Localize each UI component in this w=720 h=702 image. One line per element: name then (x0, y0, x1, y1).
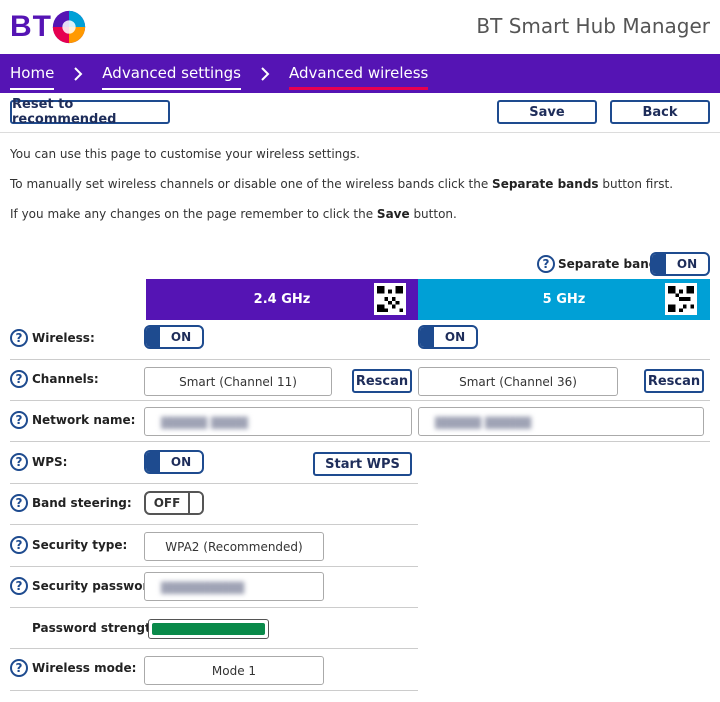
toggle-knob (188, 493, 202, 513)
app-title: BT Smart Hub Manager (476, 14, 710, 38)
logo-text: BT (10, 10, 52, 43)
toggle-state: ON (170, 330, 192, 344)
toggle-knob (652, 254, 666, 274)
row-divider (10, 359, 710, 360)
redacted-password: ▇▇▇▇▇▇▇▇▇ (161, 579, 245, 594)
header: BT BT Smart Hub Manager (0, 0, 720, 54)
chevron-right-icon (68, 54, 88, 93)
security-password-input[interactable]: ▇▇▇▇▇▇▇▇▇ (144, 572, 324, 601)
qr-code-icon[interactable] (374, 283, 406, 315)
help-icon[interactable]: ? (10, 453, 28, 471)
toggle-state: ON (170, 455, 192, 469)
redacted-network-name: ▇▇▇▇▇ ▇▇▇▇ (161, 414, 248, 429)
intro-line-3-suffix: button. (409, 207, 457, 221)
band-header-5ghz: 5 GHz (418, 279, 710, 320)
intro-line-3: If you make any changes on the page reme… (10, 207, 457, 221)
wireless-label: Wireless: (32, 331, 95, 345)
row-divider (10, 400, 710, 401)
wireless-mode-select[interactable]: Mode 1 (144, 656, 324, 685)
intro-line-2: To manually set wireless channels or dis… (10, 177, 673, 191)
password-strength-meter (148, 619, 269, 639)
globe-icon (52, 10, 86, 44)
breadcrumb-advanced-settings[interactable]: Advanced settings (102, 54, 241, 93)
row-divider (10, 441, 710, 442)
band-steering-toggle[interactable]: OFF (144, 491, 204, 515)
redacted-network-name: ▇▇▇▇▇ ▇▇▇▇▇ (435, 414, 532, 429)
help-icon[interactable]: ? (10, 659, 28, 677)
reset-to-recommended-button[interactable]: Reset to recommended (10, 97, 170, 127)
toggle-knob (420, 327, 434, 347)
wireless-5ghz-toggle[interactable]: ON (418, 325, 478, 349)
wireless-2-4ghz-toggle[interactable]: ON (144, 325, 204, 349)
bt-logo[interactable]: BT (10, 5, 88, 49)
separate-bands-emphasis: Separate bands (492, 177, 599, 191)
breadcrumb-home[interactable]: Home (10, 54, 55, 93)
help-icon[interactable]: ? (10, 494, 28, 512)
qr-code-icon[interactable] (665, 283, 697, 315)
row-divider (10, 690, 418, 691)
row-divider (10, 566, 418, 567)
band-label: 5 GHz (542, 292, 586, 307)
toggle-knob (146, 452, 160, 472)
help-icon[interactable]: ? (10, 577, 28, 595)
help-icon[interactable]: ? (537, 255, 555, 273)
toggle-state: ON (676, 257, 698, 271)
channels-label: Channels: (32, 372, 99, 386)
security-password-label: Security password: (32, 579, 162, 593)
password-strength-fill (152, 623, 265, 635)
toolbar: Reset to recommended Save Back (0, 93, 720, 133)
help-icon[interactable]: ? (10, 370, 28, 388)
help-icon[interactable]: ? (10, 536, 28, 554)
breadcrumb: Home Advanced settings Advanced wireless (0, 54, 720, 93)
network-name-label: Network name: (32, 413, 136, 427)
intro-line-2-suffix: button first. (598, 177, 674, 191)
start-wps-button[interactable]: Start WPS (313, 452, 412, 476)
wps-label: WPS: (32, 455, 68, 469)
row-divider (10, 648, 418, 649)
password-strength-label: Password strength: (32, 621, 165, 635)
breadcrumb-advanced-wireless: Advanced wireless (288, 54, 429, 93)
wps-toggle[interactable]: ON (144, 450, 204, 474)
band-label: 2.4 GHz (253, 292, 311, 307)
wireless-mode-label: Wireless mode: (32, 661, 137, 675)
security-type-select[interactable]: WPA2 (Recommended) (144, 532, 324, 561)
toggle-state: OFF (153, 496, 181, 510)
row-divider (10, 483, 418, 484)
rescan-5ghz-button[interactable]: Rescan (644, 369, 704, 393)
network-name-5ghz-input[interactable]: ▇▇▇▇▇ ▇▇▇▇▇ (418, 407, 704, 436)
band-steering-label: Band steering: (32, 496, 132, 510)
channel-2-4ghz-select[interactable]: Smart (Channel 11) (144, 367, 332, 396)
intro-line-1: You can use this page to customise your … (10, 147, 360, 161)
separate-bands-label: Separate bands (558, 257, 665, 271)
security-type-label: Security type: (32, 538, 128, 552)
intro-line-2-prefix: To manually set wireless channels or dis… (10, 177, 493, 191)
band-header-2-4ghz: 2.4 GHz (146, 279, 418, 320)
save-button[interactable]: Save (497, 100, 597, 124)
save-emphasis: Save (376, 207, 410, 221)
toggle-state: ON (444, 330, 466, 344)
channel-5ghz-select[interactable]: Smart (Channel 36) (418, 367, 618, 396)
help-icon[interactable]: ? (10, 411, 28, 429)
intro-line-3-prefix: If you make any changes on the page reme… (10, 207, 377, 221)
row-divider (10, 607, 418, 608)
rescan-2-4ghz-button[interactable]: Rescan (352, 369, 412, 393)
toggle-knob (146, 327, 160, 347)
separate-bands-toggle[interactable]: ON (650, 252, 710, 276)
back-button[interactable]: Back (610, 100, 710, 124)
row-divider (10, 524, 418, 525)
help-icon[interactable]: ? (10, 329, 28, 347)
chevron-right-icon (255, 54, 275, 93)
network-name-2-4ghz-input[interactable]: ▇▇▇▇▇ ▇▇▇▇ (144, 407, 412, 436)
